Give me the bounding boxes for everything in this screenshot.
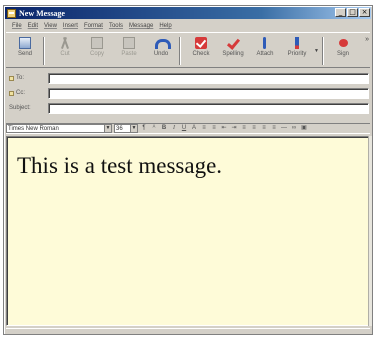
cc-label[interactable]: Cc: bbox=[6, 90, 48, 96]
minimize-button[interactable]: _ bbox=[335, 8, 346, 17]
cut-button[interactable]: Cut bbox=[50, 35, 80, 67]
bold-button[interactable]: B bbox=[160, 124, 168, 133]
insert-link-icon[interactable]: ∞ bbox=[290, 124, 298, 133]
toolbar: Send Cut Copy Paste Undo Check Spelling bbox=[6, 32, 370, 68]
spelling-icon bbox=[227, 37, 239, 49]
font-family-value: Times New Roman bbox=[8, 125, 59, 132]
to-label-text: To: bbox=[16, 75, 25, 81]
address-book-icon bbox=[9, 75, 14, 81]
menu-file[interactable]: File bbox=[12, 23, 22, 29]
menu-tools[interactable]: Tools bbox=[109, 23, 123, 29]
copy-button[interactable]: Copy bbox=[82, 35, 112, 67]
copy-icon bbox=[91, 37, 103, 49]
title-bar[interactable]: New Message _ □ × bbox=[5, 7, 371, 19]
undo-icon bbox=[154, 37, 171, 49]
send-icon bbox=[19, 37, 31, 49]
menu-view[interactable]: View bbox=[44, 23, 57, 29]
menu-insert[interactable]: Insert bbox=[63, 23, 78, 29]
paste-button[interactable]: Paste bbox=[114, 35, 144, 67]
message-text: This is a test message. bbox=[17, 153, 223, 178]
subject-row: Subject: bbox=[6, 102, 370, 114]
font-size-select[interactable]: 36 ▼ bbox=[114, 124, 138, 133]
window-title: New Message bbox=[19, 8, 65, 18]
paste-label: Paste bbox=[121, 51, 137, 57]
cc-row: Cc: bbox=[6, 87, 370, 99]
subject-label: Subject: bbox=[6, 105, 48, 111]
message-body[interactable]: This is a test message. bbox=[6, 136, 370, 326]
undo-button[interactable]: Undo bbox=[146, 35, 176, 67]
bullet-list-icon[interactable]: ≡ bbox=[210, 124, 218, 133]
new-message-window: New Message _ □ × File Edit View Insert … bbox=[3, 5, 373, 335]
align-right-icon[interactable]: ≡ bbox=[260, 124, 268, 133]
toolbar-separator bbox=[179, 37, 181, 65]
status-bar bbox=[6, 328, 370, 334]
maximize-button[interactable]: □ bbox=[347, 8, 358, 17]
underline-button[interactable]: U bbox=[180, 124, 188, 133]
to-row: To: bbox=[6, 72, 370, 84]
spelling-button[interactable]: Spelling bbox=[218, 35, 248, 67]
send-label: Send bbox=[17, 51, 32, 57]
toolbar-separator bbox=[322, 37, 324, 65]
format-bar: Times New Roman ▼ 36 ▼ ¶ ᴬ B I U A ≡ ≡ ⇤… bbox=[6, 123, 370, 134]
chevron-down-icon: ▼ bbox=[130, 125, 137, 132]
align-center-icon[interactable]: ≡ bbox=[250, 124, 258, 133]
address-book-icon bbox=[9, 90, 14, 96]
numbered-list-icon[interactable]: ≡ bbox=[200, 124, 208, 133]
toolbar-overflow-icon[interactable]: » bbox=[365, 36, 369, 43]
priority-icon bbox=[291, 37, 303, 49]
undo-label: Undo bbox=[153, 51, 169, 57]
to-label[interactable]: To: bbox=[6, 75, 48, 81]
menu-help[interactable]: Help bbox=[159, 23, 171, 29]
copy-label: Copy bbox=[89, 51, 104, 57]
menu-edit[interactable]: Edit bbox=[28, 23, 38, 29]
priority-button[interactable]: Priority bbox=[282, 35, 312, 67]
paste-icon bbox=[123, 37, 135, 49]
font-icon[interactable]: ᴬ bbox=[150, 124, 158, 133]
window-controls: _ □ × bbox=[335, 8, 370, 17]
subject-label-text: Subject: bbox=[9, 105, 31, 111]
decrease-indent-icon[interactable]: ⇤ bbox=[220, 124, 228, 133]
attach-button[interactable]: Attach bbox=[250, 35, 280, 67]
cc-label-text: Cc: bbox=[16, 90, 25, 96]
insert-picture-icon[interactable]: ▣ bbox=[300, 124, 308, 133]
to-field[interactable] bbox=[48, 72, 369, 84]
message-window-icon bbox=[7, 8, 16, 18]
justify-icon[interactable]: ≡ bbox=[270, 124, 278, 133]
horizontal-line-icon[interactable]: — bbox=[280, 124, 288, 133]
increase-indent-icon[interactable]: ⇥ bbox=[230, 124, 238, 133]
sign-button[interactable]: Sign bbox=[328, 35, 358, 67]
check-button[interactable]: Check bbox=[186, 35, 216, 67]
font-size-value: 36 bbox=[116, 125, 123, 132]
menu-message[interactable]: Message bbox=[129, 23, 153, 29]
check-icon bbox=[195, 37, 207, 49]
attach-label: Attach bbox=[256, 51, 274, 57]
vertical-scrollbar[interactable] bbox=[368, 136, 372, 326]
font-family-select[interactable]: Times New Roman ▼ bbox=[6, 124, 112, 133]
priority-label: Priority bbox=[287, 51, 307, 57]
menu-bar: File Edit View Insert Format Tools Messa… bbox=[6, 21, 370, 31]
menu-format[interactable]: Format bbox=[84, 23, 103, 29]
sign-label: Sign bbox=[336, 51, 349, 57]
sign-icon bbox=[337, 37, 349, 49]
cc-field[interactable] bbox=[48, 87, 369, 99]
attach-icon bbox=[259, 37, 271, 49]
chevron-down-icon: ▼ bbox=[104, 125, 111, 132]
check-label: Check bbox=[192, 51, 210, 57]
cut-label: Cut bbox=[60, 51, 70, 57]
font-color-button[interactable]: A bbox=[190, 124, 198, 133]
subject-field[interactable] bbox=[48, 102, 369, 114]
toolbar-separator bbox=[43, 37, 45, 65]
spelling-label: Spelling bbox=[222, 51, 244, 57]
cut-icon bbox=[60, 37, 70, 49]
send-button[interactable]: Send bbox=[10, 35, 40, 67]
paragraph-style-icon[interactable]: ¶ bbox=[140, 124, 148, 133]
priority-dropdown-arrow[interactable]: ▼ bbox=[314, 48, 319, 56]
align-left-icon[interactable]: ≡ bbox=[240, 124, 248, 133]
italic-button[interactable]: I bbox=[170, 124, 178, 133]
close-button[interactable]: × bbox=[359, 8, 370, 17]
